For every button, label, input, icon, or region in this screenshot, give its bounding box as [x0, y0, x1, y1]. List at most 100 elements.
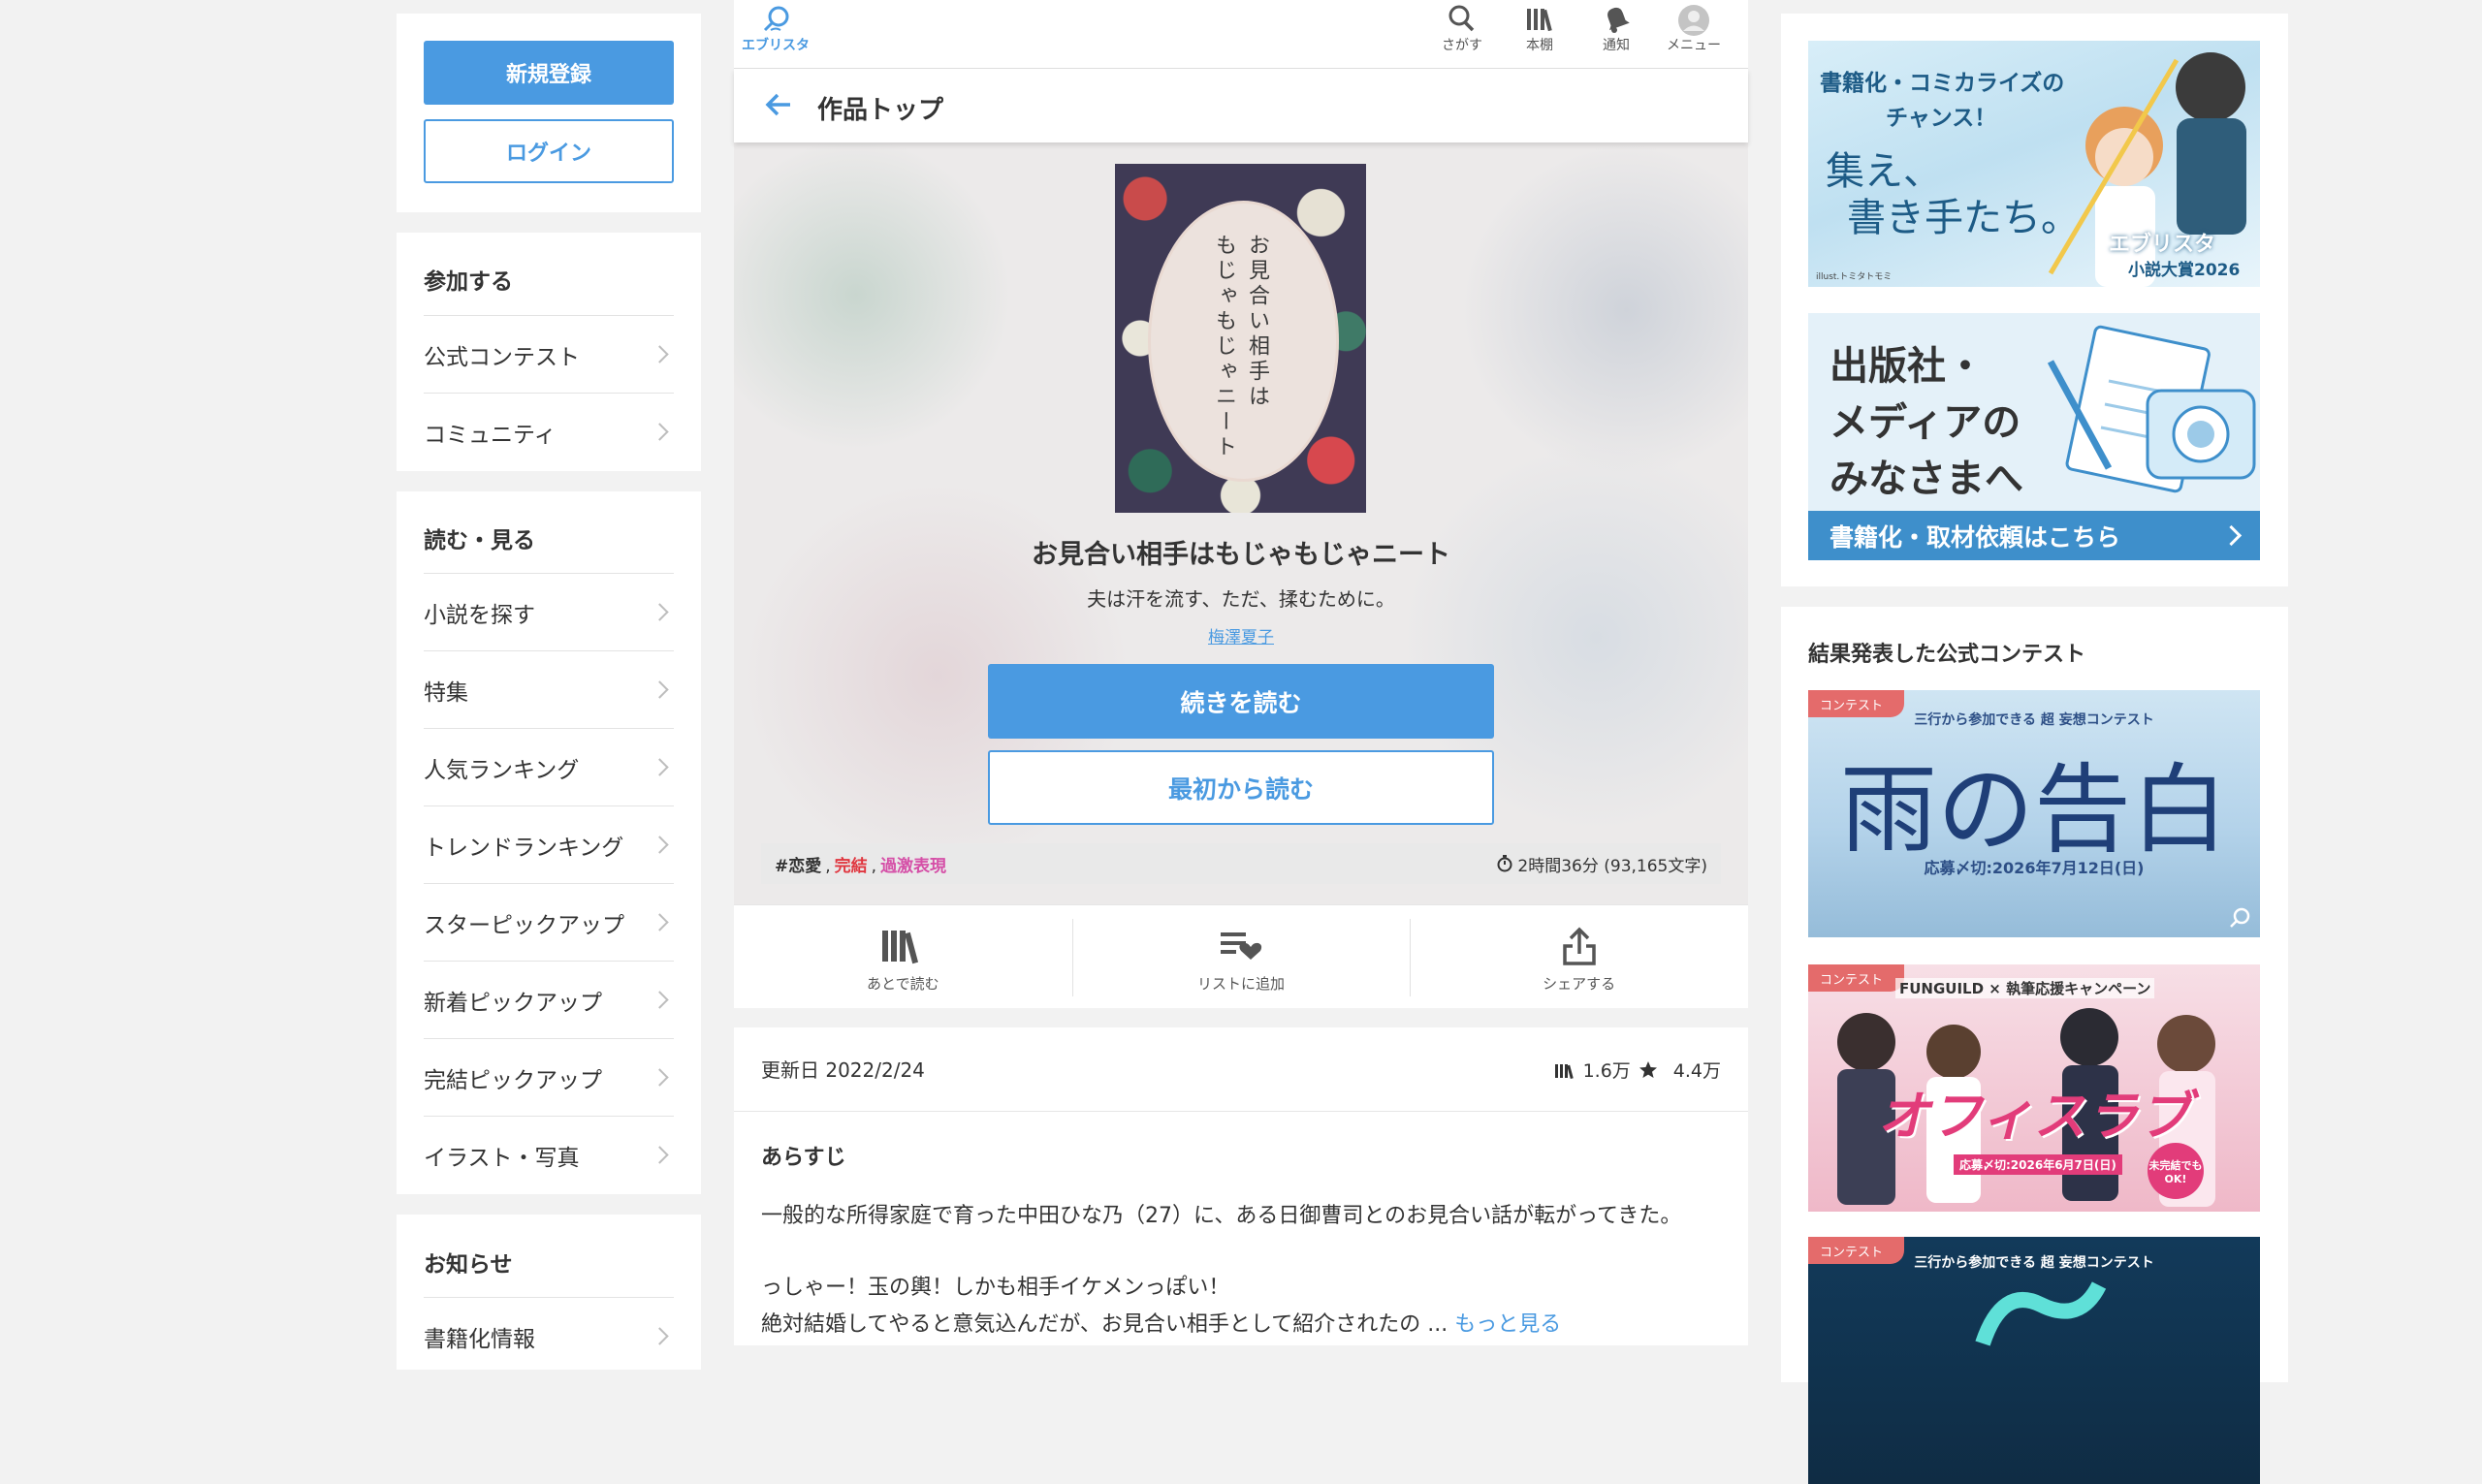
continue-reading-button[interactable]: 続きを読む: [988, 664, 1494, 739]
work-title: お見合い相手はもじゃもじゃニート: [1032, 540, 1450, 570]
login-button[interactable]: ログイン: [424, 119, 674, 183]
banner1-brand: エブリスタ: [2109, 233, 2216, 257]
sidebar-item-book-news[interactable]: 書籍化情報: [424, 1297, 674, 1374]
banner1-credit: illust.トミタトモミ: [1816, 272, 1893, 282]
read-time: 2時間36分 (93,165文字): [1496, 852, 1707, 876]
author-link[interactable]: 梅澤夏子: [734, 623, 1748, 647]
chevron-right-icon: [651, 991, 669, 1009]
novel-award-banner[interactable]: 書籍化・コミカライズの チャンス！ 集え、 書き手たち。 エブリスタ 小説大賞2…: [1808, 41, 2260, 287]
contest-banner-rain[interactable]: コンテスト 三行から参加できる 超 妄想コンテスト 雨の告白 応募〆切:2026…: [1808, 690, 2260, 937]
shelf-count: 1.6万: [1582, 1060, 1631, 1082]
action-bar: あとで読む リストに追加 シェアする: [734, 904, 1748, 1009]
read-from-start-button[interactable]: 最初から読む: [988, 750, 1494, 825]
work-catchphrase: 夫は汗を流す、ただ、揉むために。: [1087, 587, 1395, 611]
page-title: 作品トップ: [817, 96, 944, 125]
register-button[interactable]: 新規登録: [424, 41, 674, 105]
back-arrow-icon[interactable]: [763, 90, 794, 119]
chevron-right-icon: [651, 913, 669, 931]
synopsis-line-last: 絶対結婚してやると意気込んだが、お見合い相手として紹介されたの ... もっと見…: [761, 1307, 1561, 1338]
sidebar-item-label: 人気ランキング: [424, 757, 580, 783]
sidebar-item-popular-ranking[interactable]: 人気ランキング: [424, 728, 674, 805]
chevron-right-icon: [651, 423, 669, 441]
book-cover[interactable]: お見合い相手は もじゃもじゃニート: [1115, 164, 1366, 513]
contest-subtitle: 三行から参加できる 超 妄想コンテスト: [1914, 1255, 2154, 1271]
chevron-right-icon: [2220, 524, 2243, 547]
banner1-line2: チャンス！: [1886, 106, 1997, 131]
sidebar-item-search-novels[interactable]: 小説を探す: [424, 573, 674, 650]
sidebar-item-new-pickup[interactable]: 新着ピックアップ: [424, 961, 674, 1038]
read-time-text: 2時間36分 (93,165文字): [1517, 856, 1707, 876]
menu-nav-label: メニュー: [1667, 38, 1721, 53]
news-heading: お知らせ: [424, 1252, 513, 1278]
banner1-line4: 書き手たち。: [1847, 196, 2080, 240]
stopwatch-icon: [1497, 855, 1512, 872]
top-navigation: エブリスタ さがす 本棚 通知 メニュー: [734, 0, 1748, 69]
logo-link[interactable]: エブリスタ: [742, 4, 810, 54]
sidebar-item-community[interactable]: コミュニティ: [424, 393, 674, 470]
sidebar-item-illustrations[interactable]: イラスト・写真: [424, 1116, 674, 1193]
read-later-label: あとで読む: [867, 975, 939, 993]
menu-nav[interactable]: メニュー: [1660, 4, 1728, 54]
logo-text: エブリスタ: [742, 38, 810, 53]
search-icon: [2230, 907, 2250, 928]
sidebar-item-trend-ranking[interactable]: トレンドランキング: [424, 805, 674, 883]
contest-banner-third[interactable]: コンテスト 三行から参加できる 超 妄想コンテスト: [1808, 1237, 2260, 1484]
contest-tag: コンテスト: [1808, 964, 1905, 992]
sidebar-item-label: 新着ピックアップ: [424, 990, 602, 1016]
tag-separator: ,: [871, 856, 877, 876]
search-nav-label: さがす: [1442, 38, 1482, 53]
sidebar-item-label: コミュニティ: [424, 422, 557, 448]
contests-heading: 結果発表した公式コンテスト: [1808, 643, 2086, 667]
synopsis-line: 一般的な所得家庭で育った中田ひな乃（27）に、ある日御曹司とのお見合い話が転がっ…: [761, 1204, 1682, 1228]
banner1-award: 小説大賞2026: [2128, 261, 2241, 280]
sidebar-item-label: スターピックアップ: [424, 912, 624, 938]
read-list: 小説を探す 特集 人気ランキング トレンドランキング スターピックアップ 新着ピ…: [424, 573, 674, 1193]
tag-love[interactable]: #恋愛: [775, 857, 821, 876]
chevron-right-icon: [651, 836, 669, 854]
share-label: シェアする: [1543, 975, 1616, 993]
page-header: 作品トップ: [734, 69, 1748, 142]
tag-violent[interactable]: 過激表現: [880, 857, 946, 876]
star-icon: [1639, 1060, 1657, 1078]
participate-heading: 参加する: [424, 269, 513, 295]
tag-complete[interactable]: 完結: [835, 857, 868, 876]
chevron-right-icon: [651, 345, 669, 363]
banner2-cta-label: 書籍化・取材依頼はこちら: [1830, 522, 2121, 552]
work-stats: 更新日 2022/2/24 1.6万 4.4万: [734, 1027, 1748, 1112]
sidebar-item-label: 完結ピックアップ: [424, 1067, 602, 1093]
publisher-banner[interactable]: 出版社・ メディアの みなさまへ 書籍化・取材依頼はこちら: [1808, 313, 2260, 560]
sidebar-item-contest[interactable]: 公式コンテスト: [424, 315, 674, 393]
search-icon: [1448, 5, 1475, 32]
banner2-line1: 出版社・: [1830, 344, 1985, 389]
chevron-right-icon: [651, 1068, 669, 1087]
contest-title: 雨の告白: [1840, 753, 2228, 867]
bookshelf-icon: [1554, 1063, 1574, 1079]
share-button[interactable]: シェアする: [1410, 905, 1748, 1009]
read-heading: 読む・見る: [424, 528, 535, 553]
star-count: 4.4万: [1672, 1060, 1721, 1082]
sidebar-item-star-pickup[interactable]: スターピックアップ: [424, 883, 674, 961]
sidebar-item-features[interactable]: 特集: [424, 650, 674, 728]
section-gap: [734, 1008, 1748, 1027]
chevron-right-icon: [651, 680, 669, 699]
bookshelf-icon: [882, 931, 919, 964]
bookshelf-nav[interactable]: 本棚: [1506, 4, 1574, 54]
chevron-right-icon: [651, 1327, 669, 1345]
contest-art: [1975, 1281, 2107, 1346]
banner2-cta[interactable]: 書籍化・取材依頼はこちら: [1808, 511, 2260, 560]
contest-banner-office-love[interactable]: コンテスト FUNGUILD × 執筆応援キャンペーン オフィスラブ 応募〆切:…: [1808, 964, 2260, 1212]
search-nav[interactable]: さがす: [1428, 4, 1496, 54]
read-later-button[interactable]: あとで読む: [734, 905, 1072, 1009]
add-to-list-button[interactable]: リストに追加: [1071, 905, 1411, 1009]
sidebar-item-label: 小説を探す: [424, 602, 535, 628]
chevron-right-icon: [651, 603, 669, 621]
avatar-icon: [1678, 5, 1709, 36]
bell-icon: [1607, 7, 1630, 33]
work-page: エブリスタ さがす 本棚 通知 メニュー 作品トップ お見合い相手は もじゃもじ…: [734, 0, 1748, 1345]
sidebar-item-complete-pickup[interactable]: 完結ピックアップ: [424, 1038, 674, 1116]
synopsis-line: っしゃー！玉の輿！しかも相手イケメンっぽい！: [761, 1276, 1230, 1300]
notify-nav[interactable]: 通知: [1582, 4, 1650, 54]
read-more-link[interactable]: もっと見る: [1454, 1312, 1561, 1337]
share-icon: [1562, 927, 1596, 965]
list-heart-icon: [1221, 932, 1262, 960]
